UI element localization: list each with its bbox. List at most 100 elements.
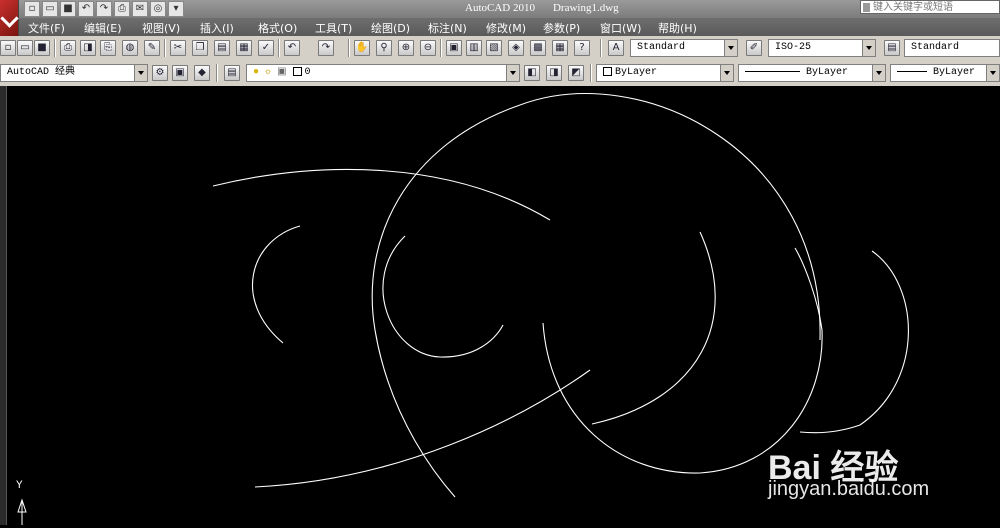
dim-style-value: ISO-25 xyxy=(775,42,812,53)
save-workspace-icon[interactable]: ▣ xyxy=(172,65,188,81)
pan-icon[interactable]: ✋ xyxy=(354,40,370,56)
menu-modify[interactable]: 修改(M) xyxy=(486,20,526,36)
right-inner-arc xyxy=(591,231,716,425)
separator xyxy=(600,39,601,57)
3d-dwf-icon[interactable]: ◍ xyxy=(122,40,138,56)
workspace-settings-icon[interactable]: ⚙ xyxy=(152,65,168,81)
linetype-sample xyxy=(745,70,800,72)
menu-tools[interactable]: 工具(T) xyxy=(315,20,352,36)
separator xyxy=(164,39,165,57)
lock-icon: ▣ xyxy=(277,67,287,78)
chevron-down-icon xyxy=(986,65,999,81)
dim-style-select[interactable]: ISO-25 xyxy=(768,39,876,57)
standard-toolbar: ▫ ▭ ■ ⎙ ◨ ⎘ ◍ ✎ ✂ ❐ ▤ ▦ ✓ ↶ ↷ ✋ ⚲ ⊕ ⊖ ▣ … xyxy=(0,36,1000,61)
separator xyxy=(278,39,279,57)
menu-window[interactable]: 窗口(W) xyxy=(600,20,641,36)
workspace-select[interactable]: AutoCAD 经典 xyxy=(0,64,148,82)
open-file-icon[interactable]: ▭ xyxy=(42,1,58,17)
new-icon[interactable]: ▫ xyxy=(0,40,16,56)
table-style-value: Standard xyxy=(911,42,960,53)
make-current-layer-icon[interactable]: ◧ xyxy=(524,65,540,81)
chevron-down-icon xyxy=(862,40,875,56)
window-title: AutoCAD 2010 Drawing1.dwg xyxy=(465,2,637,14)
layer-previous-icon[interactable]: ◨ xyxy=(546,65,562,81)
qa-dropdown-icon[interactable]: ▾ xyxy=(168,1,184,17)
menu-parameters[interactable]: 参数(P) xyxy=(543,20,580,36)
linetype-value: ByLayer xyxy=(806,67,849,78)
color-control-select[interactable]: ByLayer xyxy=(596,64,734,82)
plot-preview-icon[interactable]: ◨ xyxy=(80,40,96,56)
save-icon[interactable]: ■ xyxy=(34,40,50,56)
text-style-select[interactable]: Standard xyxy=(630,39,738,57)
color-value: ByLayer xyxy=(615,67,658,78)
layer-states-icon[interactable]: ◩ xyxy=(568,65,584,81)
markup-icon[interactable]: ▩ xyxy=(530,40,546,56)
paste-icon[interactable]: ▤ xyxy=(214,40,230,56)
menu-dimension[interactable]: 标注(N) xyxy=(428,20,467,36)
zoom-previous-icon[interactable]: ⊖ xyxy=(420,40,436,56)
save-icon[interactable]: ■ xyxy=(60,1,76,17)
publish-icon[interactable]: ⎘ xyxy=(100,40,116,56)
plot-preview-icon[interactable]: ◎ xyxy=(150,1,166,17)
block-editor-icon[interactable]: ✓ xyxy=(258,40,274,56)
chevron-down-icon xyxy=(506,65,519,81)
tool-palettes-icon[interactable]: ▧ xyxy=(486,40,502,56)
menu-edit[interactable]: 编辑(E) xyxy=(84,20,122,36)
menu-insert[interactable]: 插入(I) xyxy=(200,20,234,36)
table-style-select[interactable]: Standard xyxy=(904,39,1000,57)
copy-icon[interactable]: ❐ xyxy=(192,40,208,56)
sun-icon: ☼ xyxy=(265,67,272,78)
layer-tool-icon[interactable]: ◆ xyxy=(194,65,210,81)
linetype-control-select[interactable]: ByLayer xyxy=(738,64,886,82)
far-right-arc xyxy=(799,250,909,434)
lineweight-control-select[interactable]: ByLayer xyxy=(890,64,1000,82)
menu-bar: 文件(F) 编辑(E) 视图(V) 插入(I) 格式(O) 工具(T) 绘图(D… xyxy=(18,18,1000,36)
layer-color-swatch xyxy=(292,66,302,76)
zoom-realtime-icon[interactable]: ⚲ xyxy=(376,40,392,56)
separator xyxy=(348,39,349,57)
design-feed-icon[interactable]: ✎ xyxy=(144,40,160,56)
menu-format[interactable]: 格式(O) xyxy=(258,20,297,36)
separator xyxy=(216,64,217,82)
layer-value: 0 xyxy=(304,67,311,78)
separator xyxy=(590,64,591,82)
cut-icon[interactable]: ✂ xyxy=(170,40,186,56)
app-name: AutoCAD 2010 xyxy=(465,2,535,14)
menu-file[interactable]: 文件(F) xyxy=(28,20,65,36)
menu-help[interactable]: 帮助(H) xyxy=(658,20,697,36)
match-properties-icon[interactable]: ▦ xyxy=(236,40,252,56)
separator xyxy=(440,39,441,57)
menu-draw[interactable]: 绘图(D) xyxy=(371,20,410,36)
open-icon[interactable]: ▭ xyxy=(17,40,33,56)
text-style-value: Standard xyxy=(637,42,686,53)
quickcalc-icon[interactable]: ▦ xyxy=(552,40,568,56)
undo-icon[interactable]: ↶ xyxy=(284,40,300,56)
table-style-icon[interactable]: ▤ xyxy=(884,40,900,56)
new-file-icon[interactable]: ▫ xyxy=(24,1,40,17)
left-docked-bar xyxy=(0,86,7,525)
print-icon[interactable]: ⎙ xyxy=(114,1,130,17)
menu-view[interactable]: 视图(V) xyxy=(142,20,180,36)
plot-icon[interactable]: ⎙ xyxy=(60,40,76,56)
properties-icon[interactable]: ▣ xyxy=(446,40,462,56)
sheet-set-icon[interactable]: ◈ xyxy=(508,40,524,56)
redo-icon[interactable]: ↷ xyxy=(318,40,334,56)
undo-icon[interactable]: ↶ xyxy=(78,1,94,17)
zoom-window-icon[interactable]: ⊕ xyxy=(398,40,414,56)
layer-select[interactable]: ● ☼ ▣ 0 xyxy=(246,64,520,82)
help-search-input[interactable]: 键入关键字或短语 xyxy=(860,0,1000,14)
application-menu-button[interactable] xyxy=(0,0,19,36)
publish-icon[interactable]: ✉ xyxy=(132,1,148,17)
dim-style-icon[interactable]: ✐ xyxy=(746,40,762,56)
help-icon[interactable]: ? xyxy=(574,40,590,56)
design-center-icon[interactable]: ▥ xyxy=(466,40,482,56)
lineweight-sample xyxy=(897,70,927,72)
baidu-watermark: Bai 经验 jingyan.baidu.com xyxy=(768,412,1000,525)
upper-long-arc xyxy=(212,168,551,221)
text-style-icon[interactable]: A xyxy=(608,40,624,56)
layer-properties-icon[interactable]: ▤ xyxy=(224,65,240,81)
separator xyxy=(54,39,55,57)
inner-arc xyxy=(382,235,504,358)
redo-icon[interactable]: ↷ xyxy=(96,1,112,17)
left-small-arc xyxy=(251,225,301,344)
